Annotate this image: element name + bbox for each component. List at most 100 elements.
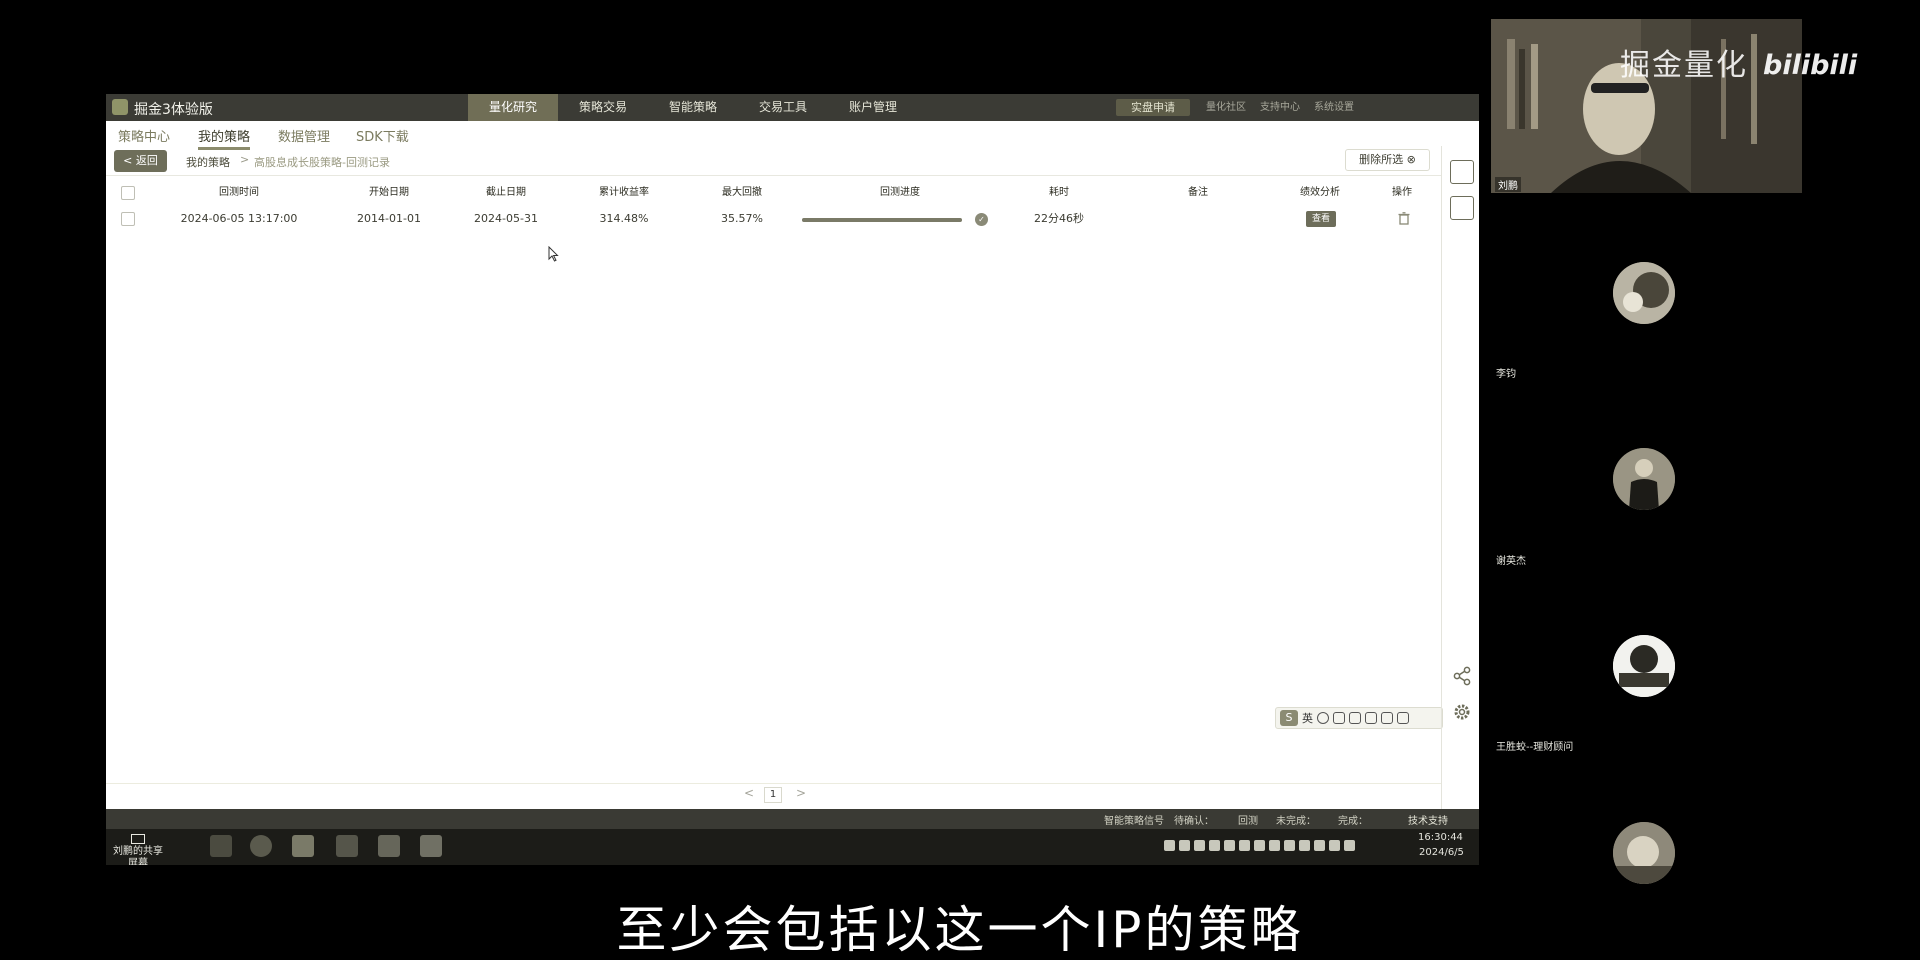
mic-icon[interactable] bbox=[1333, 712, 1345, 724]
juejin-app-icon[interactable] bbox=[292, 835, 314, 857]
header-start-date: 开始日期 bbox=[369, 187, 409, 198]
header-note: 备注 bbox=[1188, 187, 1208, 198]
tray-app-icon[interactable] bbox=[1164, 840, 1175, 851]
breadcrumb-my-strategy[interactable]: 我的策略 bbox=[186, 154, 230, 170]
subnav-strategy-center[interactable]: 策略中心 bbox=[118, 126, 170, 145]
support-center-link[interactable]: 支持中心 bbox=[1260, 94, 1300, 121]
header-end-date: 截止日期 bbox=[486, 187, 526, 198]
skin-icon[interactable] bbox=[1381, 712, 1393, 724]
tray-app-icon[interactable] bbox=[1179, 840, 1190, 851]
smart-signal-status[interactable]: 智能策略信号 bbox=[1104, 812, 1164, 827]
app-titlebar: 掘金3体验版 量化研究 策略交易 智能策略 交易工具 账户管理 实盘申请 量化社… bbox=[106, 94, 1479, 121]
tech-support-link[interactable]: 技术支持 bbox=[1408, 812, 1448, 827]
clock-time[interactable]: 16:30:44 bbox=[1418, 832, 1463, 843]
select-all-checkbox[interactable] bbox=[121, 186, 135, 200]
network-icon[interactable] bbox=[1329, 840, 1340, 851]
tab-account-management[interactable]: 账户管理 bbox=[828, 94, 918, 121]
trash-icon[interactable] bbox=[1398, 212, 1410, 225]
gear-icon[interactable] bbox=[1452, 702, 1472, 722]
top-tabs: 量化研究 策略交易 智能策略 交易工具 账户管理 bbox=[468, 94, 918, 121]
prev-page-button[interactable]: < bbox=[744, 786, 754, 800]
tray-app-icon[interactable] bbox=[1194, 840, 1205, 851]
edit-icon[interactable] bbox=[1450, 160, 1474, 184]
shared-screen: 掘金3体验版 量化研究 策略交易 智能策略 交易工具 账户管理 实盘申请 量化社… bbox=[106, 94, 1479, 865]
keyboard-icon[interactable] bbox=[1349, 712, 1361, 724]
avatar bbox=[1613, 262, 1675, 324]
header-backtest-progress: 回测进度 bbox=[880, 187, 920, 198]
avatar bbox=[1613, 448, 1675, 510]
subnav-data-management[interactable]: 数据管理 bbox=[278, 126, 330, 145]
header-cumulative-return: 累计收益率 bbox=[599, 187, 649, 198]
tray-app-icon[interactable] bbox=[1239, 840, 1250, 851]
tray-app-icon[interactable] bbox=[1299, 840, 1310, 851]
header-actions: 操作 bbox=[1392, 187, 1412, 198]
mouse-cursor-icon bbox=[548, 246, 559, 262]
tab-trading-tools[interactable]: 交易工具 bbox=[738, 94, 828, 121]
header-elapsed: 耗时 bbox=[1049, 187, 1069, 198]
backtest-progress-bar bbox=[802, 218, 962, 222]
tools-icon[interactable] bbox=[1365, 712, 1377, 724]
backtest-table: 回测时间 开始日期 截止日期 累计收益率 最大回撤 回测进度 耗时 备注 绩效分… bbox=[106, 182, 1441, 234]
back-button[interactable]: < 返回 bbox=[114, 150, 167, 172]
video-subtitle: 至少会包括以这一个IP的策略 bbox=[616, 901, 1304, 959]
system-tray bbox=[1164, 840, 1355, 851]
volume-icon[interactable] bbox=[1344, 840, 1355, 851]
backtest-time: 2024-06-05 13:17:00 bbox=[180, 212, 298, 225]
pagination: < 1 > bbox=[106, 783, 1441, 803]
screenshare-indicator[interactable]: 刘鹏的共享屏幕 bbox=[112, 832, 164, 865]
next-page-button[interactable]: > bbox=[796, 786, 806, 800]
bilibili-logo: bilibili bbox=[1763, 50, 1858, 81]
tray-app-icon[interactable] bbox=[1314, 840, 1325, 851]
menu-icon[interactable] bbox=[1397, 712, 1409, 724]
breadcrumb-current: 高股息成长股策略-回测记录 bbox=[254, 156, 390, 169]
row-checkbox[interactable] bbox=[121, 212, 135, 226]
ime-toolbar: S 英 bbox=[1275, 707, 1443, 729]
community-link[interactable]: 量化社区 bbox=[1206, 94, 1246, 121]
chart-app-icon[interactable] bbox=[420, 835, 442, 857]
avatar bbox=[1613, 822, 1675, 884]
table-row[interactable]: 2024-06-05 13:17:00 2014-01-01 2024-05-3… bbox=[106, 204, 1441, 234]
image-icon[interactable] bbox=[378, 835, 400, 857]
app-logo-icon bbox=[112, 99, 128, 115]
tray-app-icon[interactable] bbox=[1209, 840, 1220, 851]
tab-smart-strategy[interactable]: 智能策略 bbox=[648, 94, 738, 121]
app-title: 掘金3体验版 bbox=[134, 102, 213, 118]
system-settings-link[interactable]: 系统设置 bbox=[1314, 94, 1354, 121]
sub-navigation: 策略中心 我的策略 数据管理 SDK下载 bbox=[106, 121, 1441, 150]
header-performance: 绩效分析 bbox=[1300, 187, 1340, 198]
notes-icon[interactable] bbox=[1450, 196, 1474, 220]
emoji-icon[interactable] bbox=[1317, 712, 1329, 724]
max-drawdown: 35.57% bbox=[721, 212, 763, 225]
side-toolbar bbox=[1441, 146, 1479, 809]
tray-app-icon[interactable] bbox=[1284, 840, 1295, 851]
header-max-drawdown: 最大回撤 bbox=[722, 187, 762, 198]
avatar-image bbox=[1613, 822, 1675, 884]
sogou-icon[interactable]: S bbox=[1280, 710, 1298, 726]
tray-app-icon[interactable] bbox=[1224, 840, 1235, 851]
pending-status: 待确认： bbox=[1174, 816, 1214, 827]
end-date: 2024-05-31 bbox=[474, 212, 538, 225]
ime-mode[interactable]: 英 bbox=[1302, 710, 1313, 726]
live-apply-button[interactable]: 实盘申请 bbox=[1116, 99, 1190, 116]
subnav-sdk-download[interactable]: SDK下载 bbox=[356, 126, 409, 145]
host-name: 刘鹏 bbox=[1495, 177, 1521, 192]
tray-app-icon[interactable] bbox=[1269, 840, 1280, 851]
cumulative-return: 314.48% bbox=[599, 212, 649, 225]
document-icon[interactable] bbox=[336, 835, 358, 857]
browser-icon[interactable] bbox=[250, 835, 272, 857]
screenshare-icon bbox=[131, 834, 145, 844]
breadcrumb-separator: > bbox=[240, 153, 250, 166]
header-backtest-time: 回测时间 bbox=[219, 187, 259, 198]
current-page[interactable]: 1 bbox=[764, 787, 782, 803]
clock-date[interactable]: 2024/6/5 bbox=[1419, 847, 1464, 858]
participant-name: 李钧 bbox=[1496, 369, 1516, 380]
view-performance-button[interactable]: 查看 bbox=[1306, 211, 1336, 227]
share-icon[interactable] bbox=[1452, 666, 1472, 686]
elapsed-time: 22分46秒 bbox=[1034, 212, 1084, 225]
tray-app-icon[interactable] bbox=[1254, 840, 1265, 851]
delete-selected-button[interactable]: 删除所选 ⊗ bbox=[1345, 149, 1430, 171]
table-header: 回测时间 开始日期 截止日期 累计收益率 最大回撤 回测进度 耗时 备注 绩效分… bbox=[106, 182, 1441, 204]
explorer-icon[interactable] bbox=[210, 835, 232, 857]
tab-strategy-trading[interactable]: 策略交易 bbox=[558, 94, 648, 121]
tab-quant-research[interactable]: 量化研究 bbox=[468, 94, 558, 121]
